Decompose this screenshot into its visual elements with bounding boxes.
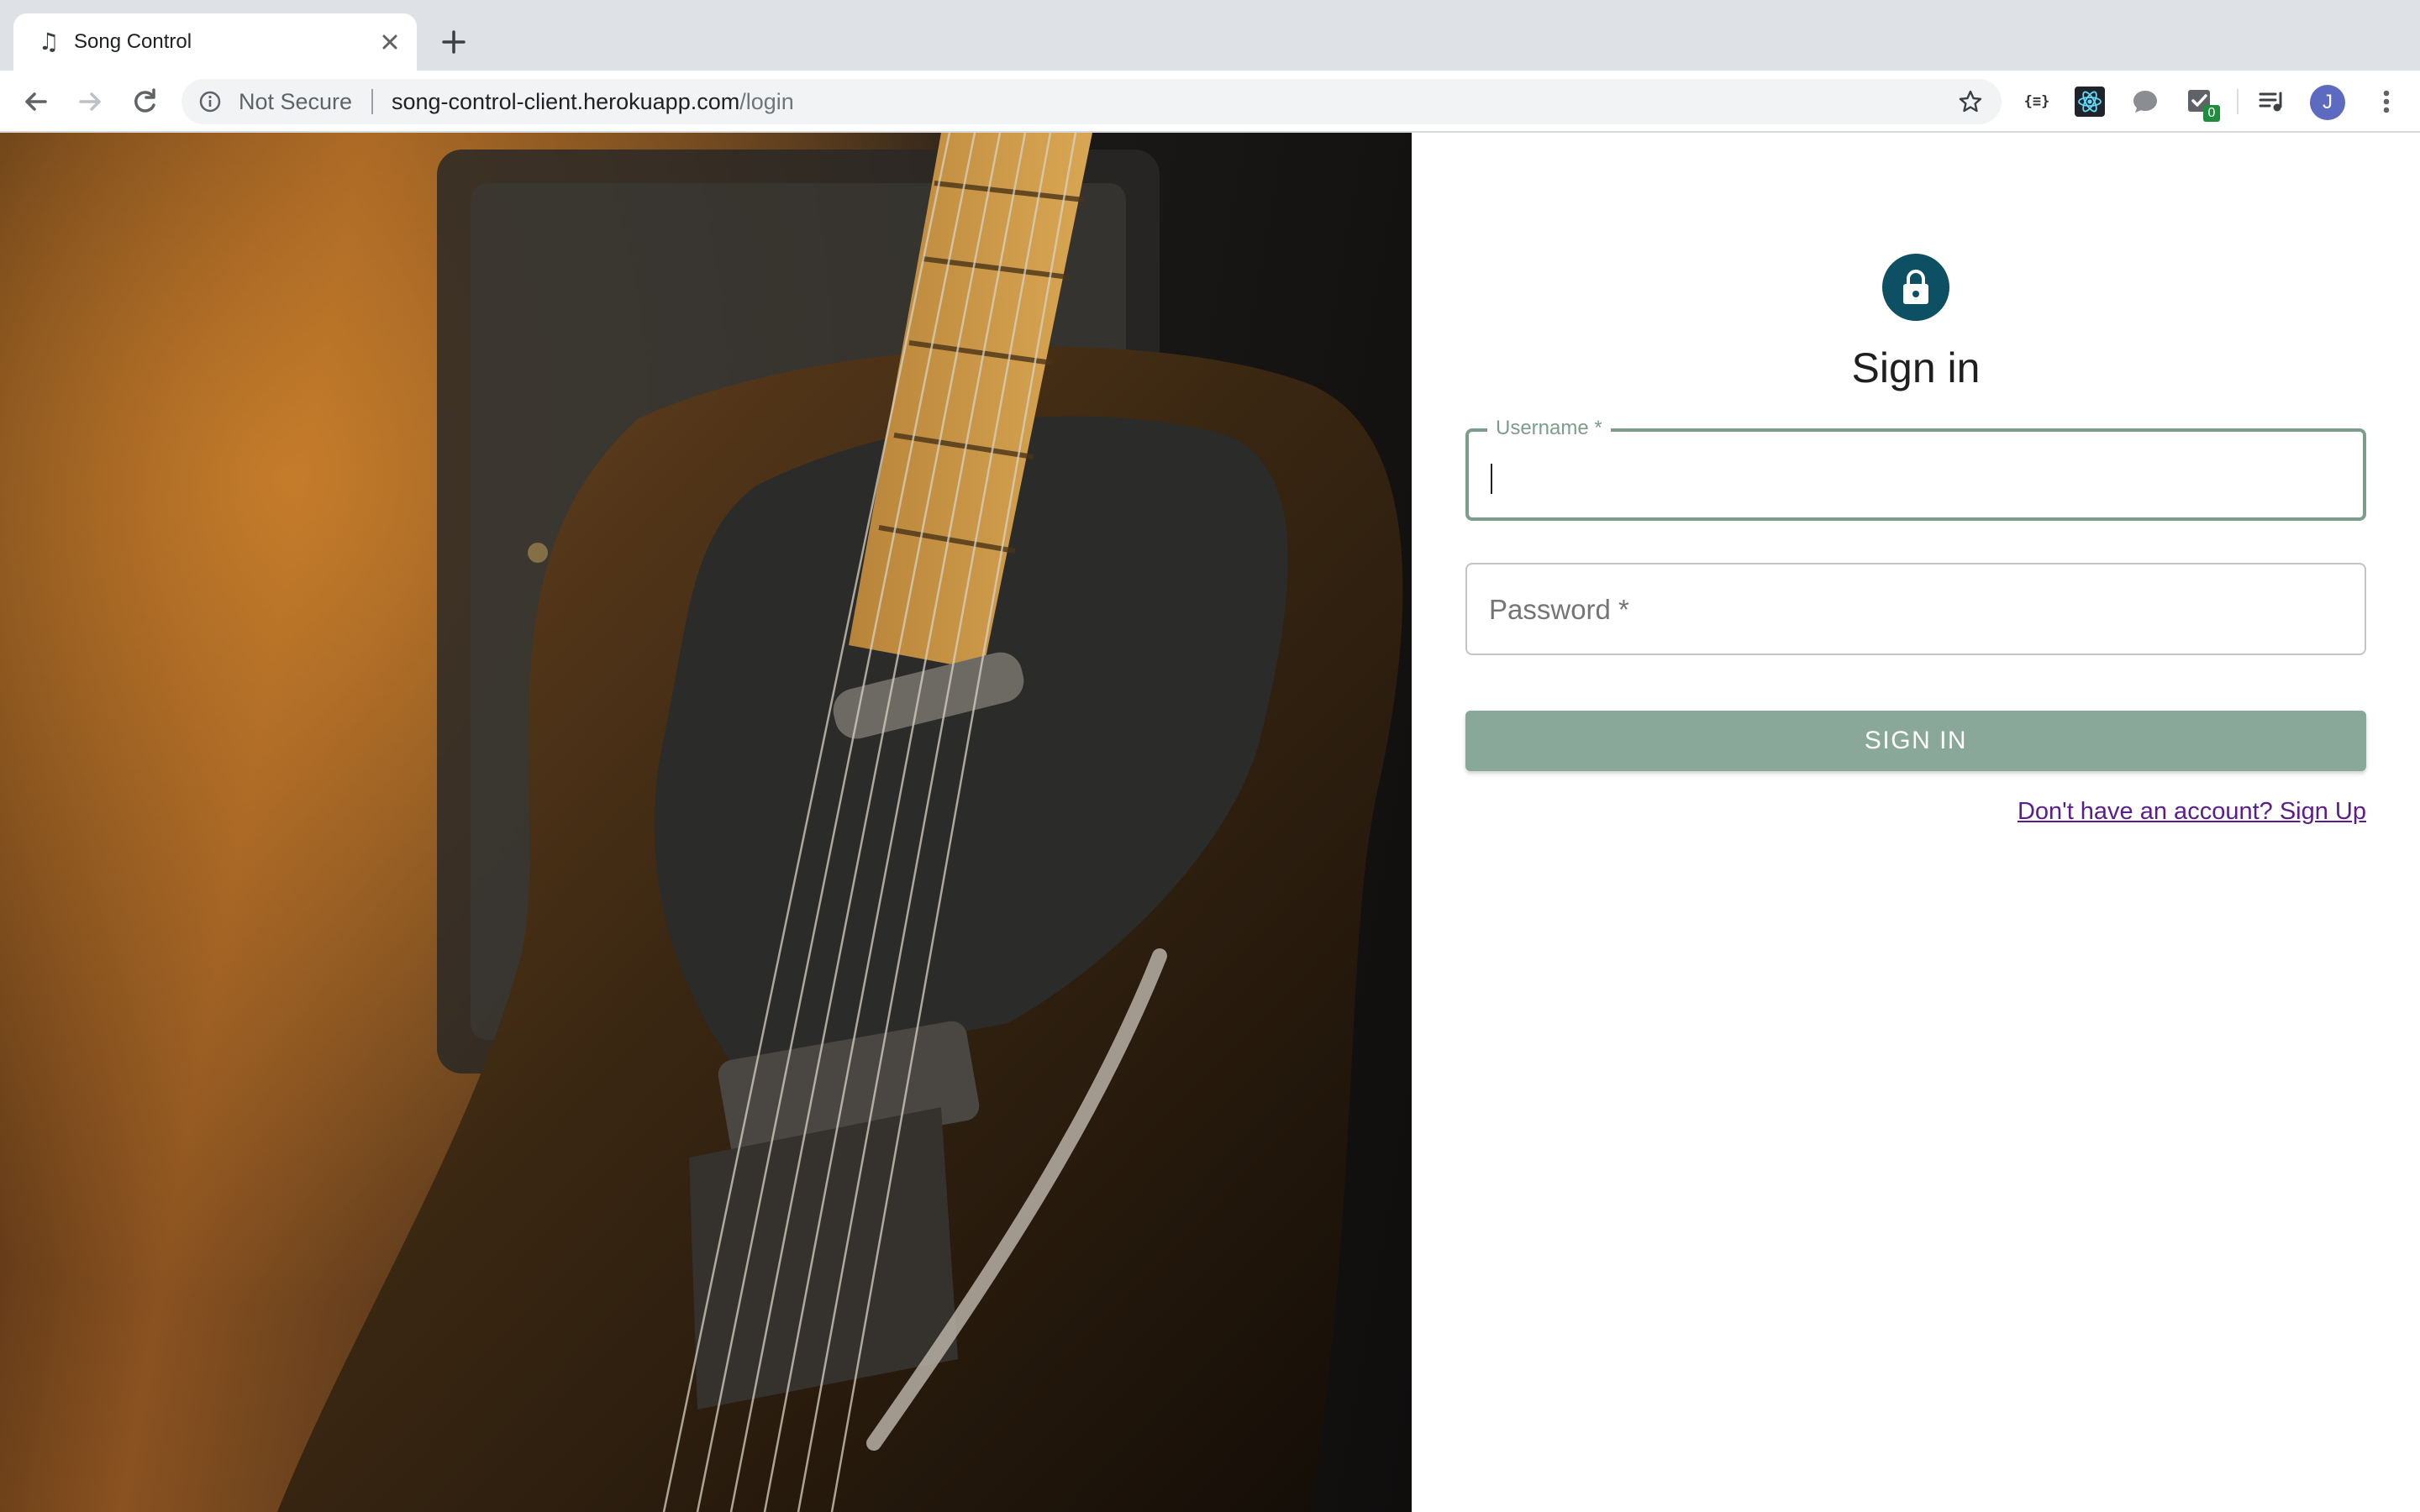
close-tab-icon[interactable]: [376, 29, 403, 55]
checklist-extension-icon[interactable]: 0: [2185, 87, 2220, 122]
password-input[interactable]: [1489, 596, 2338, 623]
page-content: Sign in Username * Password * SIGN IN Do…: [0, 133, 2420, 1512]
omnibox-divider: [371, 89, 373, 114]
browser-toolbar: Not Secure song-control-client.herokuapp…: [0, 71, 2420, 133]
info-icon[interactable]: [198, 90, 222, 113]
sign-up-link[interactable]: Don't have an account? Sign Up: [2018, 795, 2366, 828]
react-devtools-icon[interactable]: [2075, 87, 2105, 117]
bookmark-star-icon[interactable]: [1958, 89, 1983, 114]
reload-icon[interactable]: [128, 85, 161, 118]
more-options-icon[interactable]: [2370, 85, 2403, 118]
electric-guitar-illustration: [0, 133, 1412, 1512]
username-input[interactable]: [1491, 464, 2339, 491]
username-label: Username *: [1487, 415, 1611, 442]
back-arrow-icon[interactable]: [18, 85, 52, 118]
new-tab-icon[interactable]: [437, 25, 471, 59]
json-viewer-extension-icon[interactable]: {≡}: [2022, 87, 2052, 117]
music-note-icon: ♫: [38, 28, 60, 55]
hero-image: [0, 133, 1412, 1512]
chat-bubble-extension-icon[interactable]: [2130, 87, 2160, 117]
page-title: Sign in: [1851, 344, 1981, 391]
tab-title: Song Control: [74, 30, 192, 53]
profile-avatar[interactable]: J: [2310, 85, 2345, 120]
security-status[interactable]: Not Secure: [239, 90, 352, 113]
tab-strip: ♫ Song Control: [0, 0, 2420, 71]
password-field[interactable]: Password *: [1465, 563, 2366, 655]
address-bar[interactable]: Not Secure song-control-client.herokuapp…: [182, 79, 2002, 124]
url-host: song-control-client.herokuapp.com: [392, 89, 740, 114]
lock-avatar: [1882, 254, 1949, 321]
browser-tab[interactable]: ♫ Song Control: [13, 13, 417, 71]
sign-in-panel: Sign in Username * Password * SIGN IN Do…: [1412, 133, 2420, 1512]
toolbar-divider: [2237, 89, 2238, 114]
forward-arrow-icon[interactable]: [74, 85, 108, 118]
url-text[interactable]: song-control-client.herokuapp.com/login: [392, 90, 794, 113]
lock-icon: [1903, 270, 1928, 304]
sign-in-button[interactable]: SIGN IN: [1465, 711, 2366, 771]
username-field[interactable]: Username *: [1465, 415, 2366, 521]
media-queue-icon[interactable]: [2257, 87, 2287, 117]
extension-badge-count: 0: [2203, 105, 2220, 122]
url-path: /login: [739, 89, 794, 114]
